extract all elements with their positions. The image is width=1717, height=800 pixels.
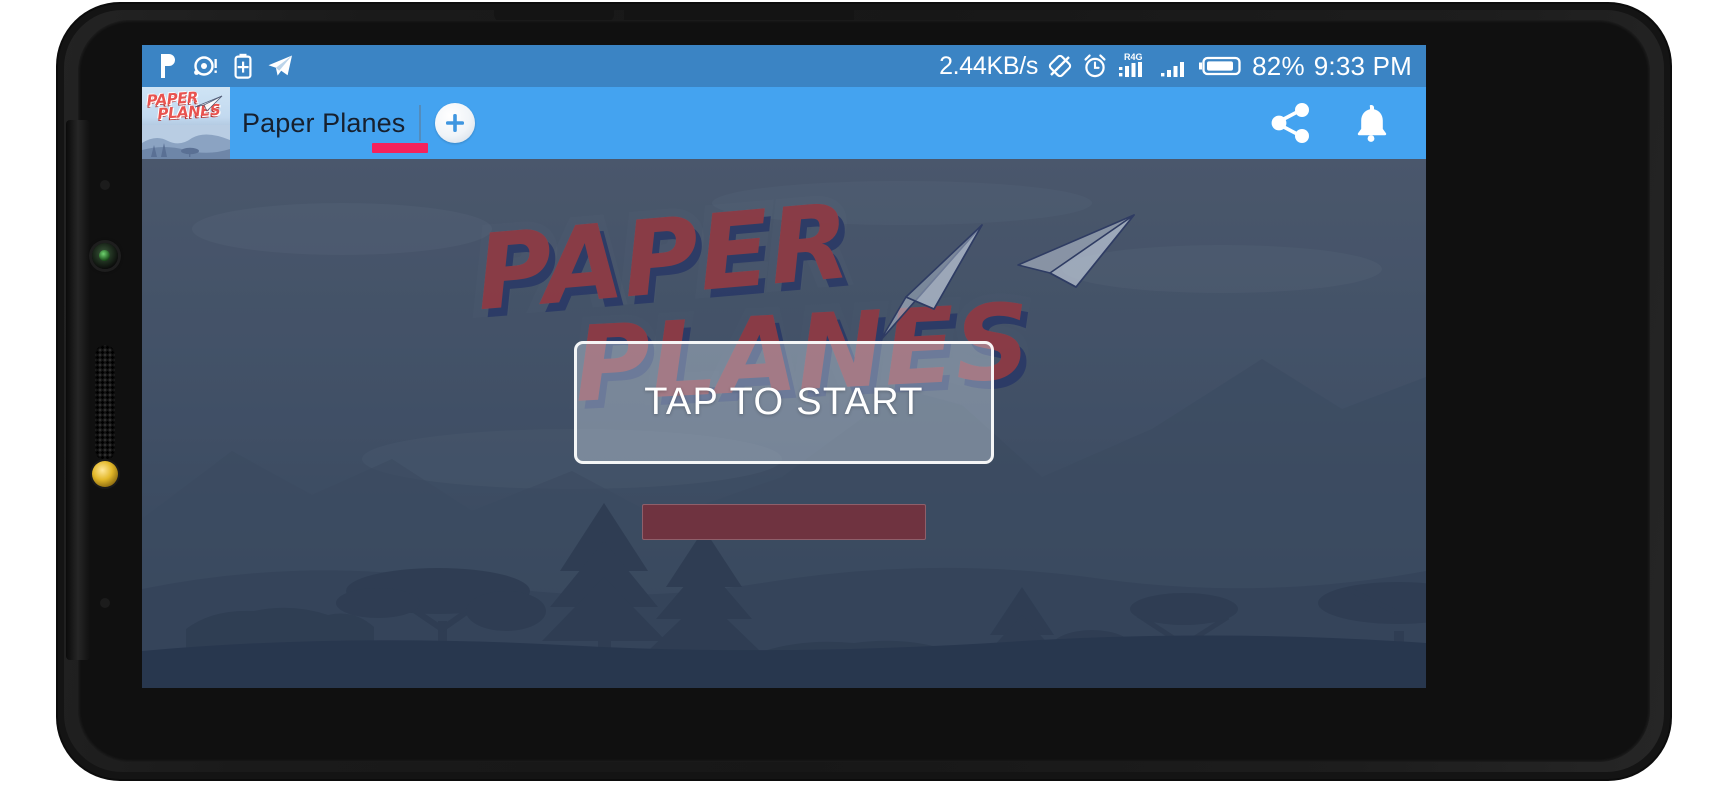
android-status-bar: 2.44KB/s R4G 82% 9:33 PM (142, 45, 1426, 87)
camera-lens-icon (92, 243, 118, 269)
bezel-dot-bottom (100, 598, 110, 608)
title-divider (419, 105, 422, 141)
share-icon[interactable] (1268, 100, 1314, 146)
notification-bell-icon[interactable] (1348, 100, 1394, 146)
telegram-icon (266, 53, 294, 79)
signal-sim1-icon: R4G (1117, 51, 1151, 81)
status-bar-left-icons (158, 53, 294, 79)
bezel-dot-top (100, 180, 110, 190)
add-tab-button[interactable] (435, 103, 476, 143)
disc-notification-icon (192, 53, 220, 79)
phone-side-bezel (66, 120, 90, 660)
ad-banner-placeholder[interactable] (642, 504, 926, 540)
phone-screen: 2.44KB/s R4G 82% 9:33 PM PAPER PLANES Pa… (142, 45, 1426, 688)
app-title-area: Paper Planes (230, 103, 476, 153)
svg-text:R4G: R4G (1124, 52, 1143, 62)
thumbnail-paper-plane-icon (194, 95, 223, 112)
page-title: Paper Planes (242, 107, 406, 138)
signal-sim2-icon (1160, 51, 1190, 81)
paper-planes-app-thumbnail[interactable]: PAPER PLANES (142, 87, 230, 159)
status-bar-right-icons: 2.44KB/s R4G 82% 9:33 PM (939, 51, 1412, 82)
clock-label: 9:33 PM (1313, 50, 1412, 81)
active-tab-indicator (372, 143, 428, 153)
alarm-icon (1082, 53, 1108, 79)
network-speed-label: 2.44KB/s (939, 51, 1039, 80)
plus-icon (446, 114, 465, 132)
pushbullet-icon (158, 53, 178, 79)
gold-sensor-icon (92, 461, 118, 487)
speaker-grille (95, 345, 115, 460)
battery-plus-icon (234, 53, 252, 79)
game-canvas[interactable]: PAPER PLANES PAPER PLANES PAPER PLANES (142, 159, 1426, 688)
thumbnail-scene (142, 125, 230, 159)
app-bar: PAPER PLANES Paper Planes (142, 87, 1426, 159)
app-bar-actions (1268, 100, 1426, 146)
tap-to-start-button[interactable]: TAP TO START (574, 341, 994, 464)
screenshot-stage: 2.44KB/s R4G 82% 9:33 PM PAPER PLANES Pa… (0, 0, 1717, 800)
battery-percent-label: 82% (1252, 50, 1305, 81)
tap-to-start-label: TAP TO START (644, 381, 924, 423)
rotation-locked-icon (1047, 53, 1073, 79)
battery-icon (1199, 53, 1243, 79)
